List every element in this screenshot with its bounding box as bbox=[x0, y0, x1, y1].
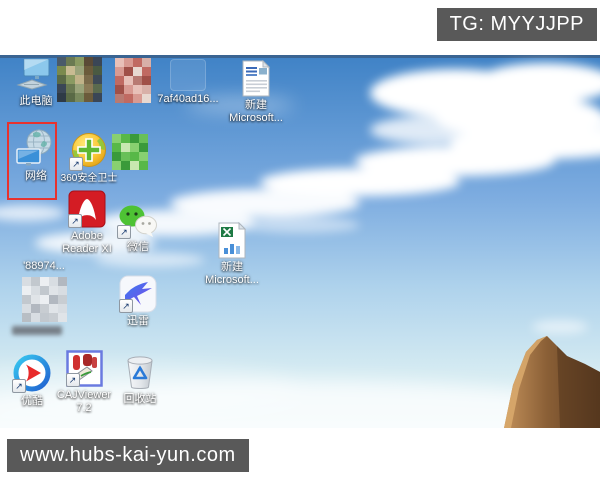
desktop-icon-this-pc[interactable]: 此电脑 bbox=[10, 57, 62, 108]
icon-label: 新建 Microsoft... bbox=[200, 261, 264, 287]
pixelated-icon bbox=[112, 134, 148, 170]
360-safe-icon: ↗ bbox=[69, 131, 109, 171]
shortcut-arrow-icon: ↗ bbox=[119, 299, 133, 313]
desktop-icon-blurred-4[interactable] bbox=[2, 277, 72, 337]
shortcut-arrow-icon: ↗ bbox=[117, 225, 131, 239]
desktop-icon-wechat[interactable]: ↗ 微信 bbox=[110, 203, 166, 254]
desktop-icon-file-88974[interactable]: '88974... bbox=[6, 260, 82, 273]
recycle-bin-icon bbox=[123, 353, 157, 391]
icon-label: 此电脑 bbox=[20, 95, 53, 108]
desktop-icon-blurred-3[interactable] bbox=[112, 134, 148, 172]
blurred-label bbox=[12, 326, 62, 335]
adobe-reader-icon: ↗ bbox=[68, 190, 106, 228]
pixelated-icon bbox=[22, 277, 67, 322]
icon-label: 360安全卫士 bbox=[61, 173, 118, 185]
excel-document-icon bbox=[217, 222, 247, 259]
highlight-box bbox=[7, 122, 57, 200]
this-pc-icon bbox=[15, 57, 57, 93]
icon-label: 回收站 bbox=[124, 393, 157, 406]
desktop-icon-thunder[interactable]: ↗ 迅雷 bbox=[110, 275, 166, 328]
desktop-icon-recycle-bin[interactable]: 回收站 bbox=[112, 353, 168, 406]
icon-label: 迅雷 bbox=[127, 315, 149, 328]
ghost-file-icon bbox=[170, 59, 206, 91]
pixelated-icon bbox=[115, 58, 151, 103]
desktop-icon-blurred-1[interactable] bbox=[57, 57, 102, 104]
pixelated-icon bbox=[57, 57, 102, 102]
wechat-icon: ↗ bbox=[117, 203, 159, 239]
page: TG: MYYJJPP bbox=[0, 0, 600, 480]
icon-label: 新建 Microsoft... bbox=[224, 99, 288, 125]
shortcut-arrow-icon: ↗ bbox=[66, 373, 80, 387]
word-document-icon bbox=[241, 60, 271, 97]
shortcut-arrow-icon: ↗ bbox=[69, 157, 83, 171]
desktop-icon-new-word-doc[interactable]: 新建 Microsoft... bbox=[224, 60, 288, 125]
tg-badge: TG: MYYJJPP bbox=[437, 8, 597, 41]
youku-icon: ↗ bbox=[12, 353, 52, 393]
desktop-icon-cajviewer[interactable]: ↗ CAJViewer 7.2 bbox=[52, 350, 116, 415]
website-badge: www.hubs-kai-yun.com bbox=[7, 439, 249, 472]
desktop-icon-blurred-2[interactable] bbox=[115, 58, 151, 105]
thunder-icon: ↗ bbox=[119, 275, 157, 313]
icon-label: CAJViewer 7.2 bbox=[52, 389, 116, 415]
desktop[interactable]: 此电脑 7af40ad16... bbox=[0, 55, 600, 428]
desktop-icon-file-7af40ad16[interactable]: 7af40ad16... bbox=[150, 59, 226, 106]
desktop-icon-new-excel-doc[interactable]: 新建 Microsoft... bbox=[200, 222, 264, 287]
icon-label: 优酷 bbox=[21, 395, 43, 408]
shortcut-arrow-icon: ↗ bbox=[12, 379, 26, 393]
icon-label: 微信 bbox=[127, 241, 149, 254]
icon-label: '88974... bbox=[23, 260, 65, 273]
cajviewer-icon: ↗ bbox=[66, 350, 103, 387]
icon-label: 7af40ad16... bbox=[157, 93, 218, 106]
shortcut-arrow-icon: ↗ bbox=[68, 214, 82, 228]
